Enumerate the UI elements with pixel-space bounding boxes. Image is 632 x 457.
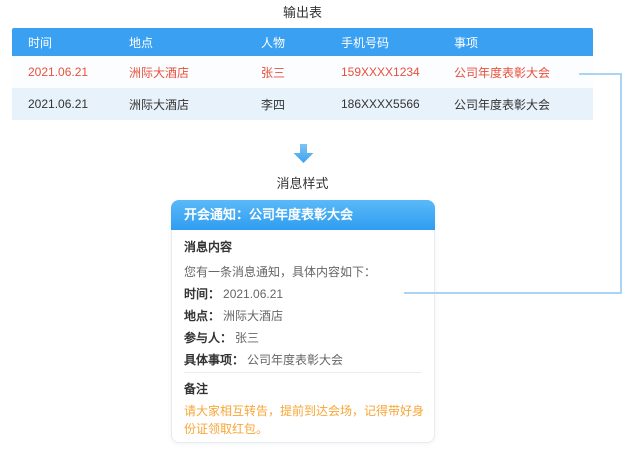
- table-cell-person: 李四: [245, 88, 325, 120]
- table-cell-person: 张三: [245, 56, 325, 88]
- output-table: 时间 地点 人物 手机号码 事项 2021.06.21 洲际大酒店 张三 159…: [12, 28, 593, 120]
- header-cell-person: 人物: [245, 28, 325, 56]
- field-row-participant: 参与人：张三: [184, 327, 424, 349]
- table-row-highlighted: 2021.06.21 洲际大酒店 张三 159XXXX1234 公司年度表彰大会: [12, 56, 593, 88]
- table-header-row: 时间 地点 人物 手机号码 事项: [12, 28, 593, 56]
- page: 输出表 时间 地点 人物 手机号码 事项 2021.06.21 洲际大酒店 张三…: [0, 0, 632, 457]
- header-cell-item: 事项: [438, 28, 593, 56]
- message-card-body: 消息内容 您有一条消息通知，具体内容如下： 时间：2021.06.21 地点：洲…: [172, 230, 434, 442]
- remark-label: 备注: [184, 378, 424, 400]
- field-value: 2021.06.21: [223, 287, 283, 301]
- table-cell-place: 洲际大酒店: [113, 56, 245, 88]
- field-row-place: 地点：洲际大酒店: [184, 305, 424, 327]
- header-cell-phone: 手机号码: [325, 28, 438, 56]
- table-cell-place: 洲际大酒店: [113, 88, 245, 120]
- header-cell-place: 地点: [113, 28, 245, 56]
- table-cell-item: 公司年度表彰大会: [438, 88, 593, 120]
- table-cell-phone: 159XXXX1234: [325, 56, 438, 88]
- field-value: 张三: [235, 331, 259, 345]
- remark-text: 请大家相互转告，提前到达会场，记得带好身份证领取红包。: [184, 402, 424, 438]
- table-cell-time: 2021.06.21: [12, 56, 113, 88]
- output-table-title: 输出表: [12, 4, 593, 22]
- message-card-header: 开会通知：公司年度表彰大会: [171, 200, 435, 230]
- field-row-item: 具体事项：公司年度表彰大会: [184, 349, 424, 371]
- field-label: 地点：: [184, 309, 220, 323]
- field-label: 时间：: [184, 287, 220, 301]
- table-cell-phone: 186XXXX5566: [325, 88, 438, 120]
- header-cell-time: 时间: [12, 28, 113, 56]
- field-value: 洲际大酒店: [223, 309, 283, 323]
- field-row-time: 时间：2021.06.21: [184, 283, 424, 305]
- message-card: 开会通知：公司年度表彰大会 消息内容 您有一条消息通知，具体内容如下： 时间：2…: [171, 200, 435, 443]
- message-style-title: 消息样式: [12, 175, 593, 193]
- message-intro: 您有一条消息通知，具体内容如下：: [184, 261, 424, 283]
- table-cell-item: 公司年度表彰大会: [438, 56, 593, 88]
- card-divider: [184, 372, 422, 373]
- field-label: 具体事项：: [184, 353, 244, 367]
- table-cell-time: 2021.06.21: [12, 88, 113, 120]
- field-value: 公司年度表彰大会: [247, 353, 343, 367]
- table-row: 2021.06.21 洲际大酒店 李四 186XXXX5566 公司年度表彰大会: [12, 88, 593, 120]
- field-label: 参与人：: [184, 331, 232, 345]
- message-content-label: 消息内容: [184, 236, 424, 258]
- down-arrow-icon: [293, 144, 314, 163]
